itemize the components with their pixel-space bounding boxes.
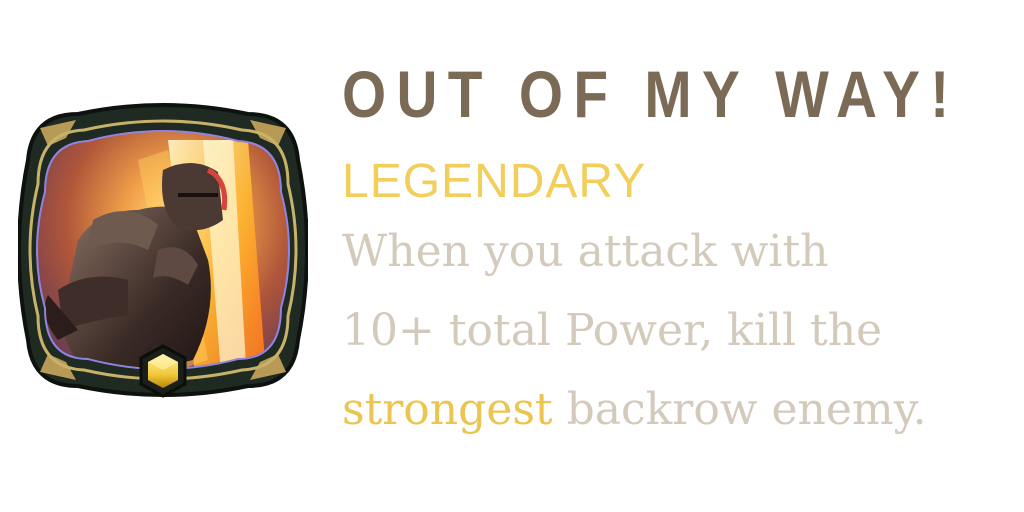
card-art-frame[interactable] <box>18 100 308 400</box>
armored-champion-icon <box>18 103 308 398</box>
card-tooltip: OUT OF MY WAY! LEGENDARY When you attack… <box>0 0 1024 512</box>
card-text: OUT OF MY WAY! LEGENDARY When you attack… <box>342 52 1017 449</box>
card-description-line-3-rest: backrow enemy. <box>552 384 927 435</box>
card-description-line-2: 10+ total Power, kill the <box>342 305 883 356</box>
keyword-highlight: strongest <box>342 384 553 435</box>
card-title: OUT OF MY WAY! <box>342 57 960 131</box>
card-rarity: LEGENDARY <box>342 155 647 208</box>
card-description-line-1: When you attack with <box>342 226 829 277</box>
hexagon-gem-icon <box>139 344 187 398</box>
card-description-line-3: strongest backrow enemy. <box>342 370 1017 449</box>
